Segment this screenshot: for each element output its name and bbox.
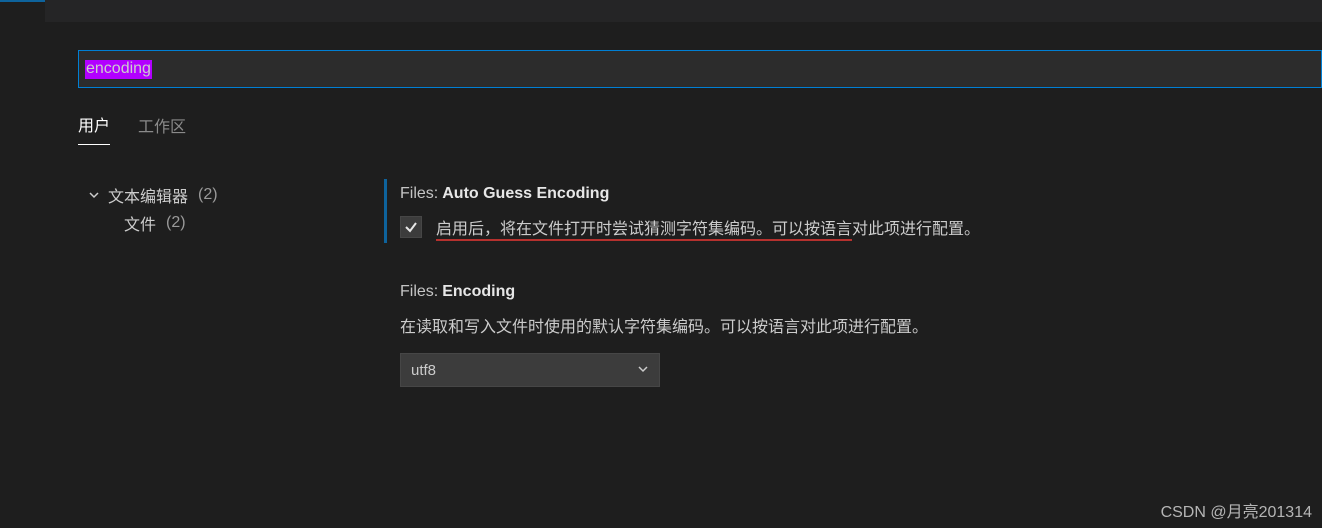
watermark-text: CSDN @月亮201314 (1161, 498, 1312, 522)
chevron-down-icon (637, 362, 649, 378)
search-text-selection: encoding (85, 60, 152, 79)
setting-description: 在读取和写入文件时使用的默认字符集编码。可以按语言对此项进行配置。 (400, 313, 1322, 337)
select-encoding[interactable]: utf8 (400, 353, 660, 387)
tab-workspace[interactable]: 工作区 (138, 113, 186, 145)
toc-label: 文本编辑器 (108, 183, 188, 207)
setting-title: Files: Auto Guess Encoding (400, 185, 1322, 203)
setting-title: Files: Encoding (400, 283, 1322, 301)
tab-user[interactable]: 用户 (78, 112, 110, 145)
toc-item-files[interactable]: 文件 (2) (88, 209, 400, 237)
setting-description: 启用后，将在文件打开时尝试猜测字符集编码。可以按语言对此项进行配置。 (436, 215, 980, 239)
toc-label: 文件 (124, 211, 156, 235)
settings-toc-tree: 文本编辑器 (2) 文件 (2) (0, 181, 400, 431)
settings-search-input[interactable]: encoding (78, 50, 1322, 88)
settings-list: Files: Auto Guess Encoding 启用后，将在文件打开时尝试… (400, 181, 1322, 431)
toc-count: (2) (198, 186, 218, 204)
settings-scope-tabs: 用户 工作区 (0, 88, 1322, 145)
editor-tabs-bar (0, 0, 1322, 22)
toc-item-text-editor[interactable]: 文本编辑器 (2) (88, 181, 400, 209)
modified-indicator (384, 179, 387, 243)
select-value: utf8 (411, 362, 436, 379)
setting-files-auto-guess-encoding: Files: Auto Guess Encoding 启用后，将在文件打开时尝试… (400, 185, 1322, 239)
active-editor-tab-stub[interactable] (0, 0, 45, 22)
checkbox-auto-guess-encoding[interactable] (400, 216, 422, 238)
toc-count: (2) (166, 214, 186, 232)
setting-files-encoding: Files: Encoding 在读取和写入文件时使用的默认字符集编码。可以按语… (400, 283, 1322, 387)
chevron-down-icon (88, 189, 102, 201)
